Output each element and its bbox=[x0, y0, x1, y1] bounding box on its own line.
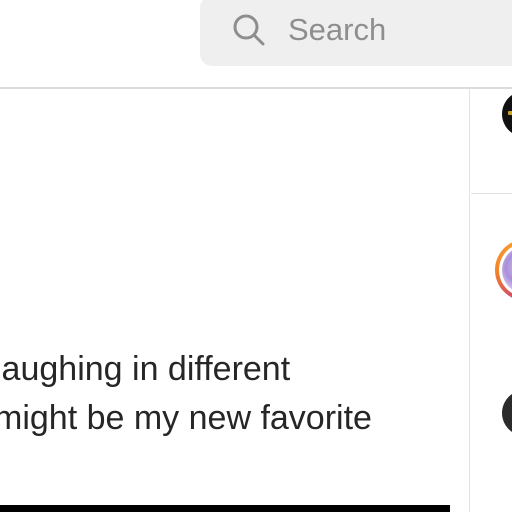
post-media[interactable] bbox=[0, 505, 450, 512]
post-caption-line-1: laughing in different bbox=[0, 350, 291, 388]
search-placeholder: Search bbox=[288, 12, 387, 47]
app-viewport: Search laughing in different might be my… bbox=[0, 0, 512, 512]
post-caption: laughing in different might be my new fa… bbox=[0, 345, 464, 443]
avatar-detail bbox=[508, 111, 512, 115]
divider bbox=[471, 193, 512, 194]
post-feed: laughing in different might be my new fa… bbox=[0, 89, 470, 512]
suggestions-sidebar bbox=[471, 89, 512, 512]
avatar[interactable] bbox=[502, 390, 512, 436]
top-bar: Search bbox=[0, 0, 512, 89]
story-ring-inner bbox=[499, 243, 512, 297]
search-input[interactable]: Search bbox=[200, 0, 512, 66]
search-icon bbox=[232, 13, 266, 47]
post-caption-line-2: might be my new favorite bbox=[0, 399, 372, 437]
story-avatar[interactable] bbox=[495, 239, 512, 301]
avatar[interactable] bbox=[502, 91, 512, 137]
avatar-image bbox=[502, 246, 512, 294]
